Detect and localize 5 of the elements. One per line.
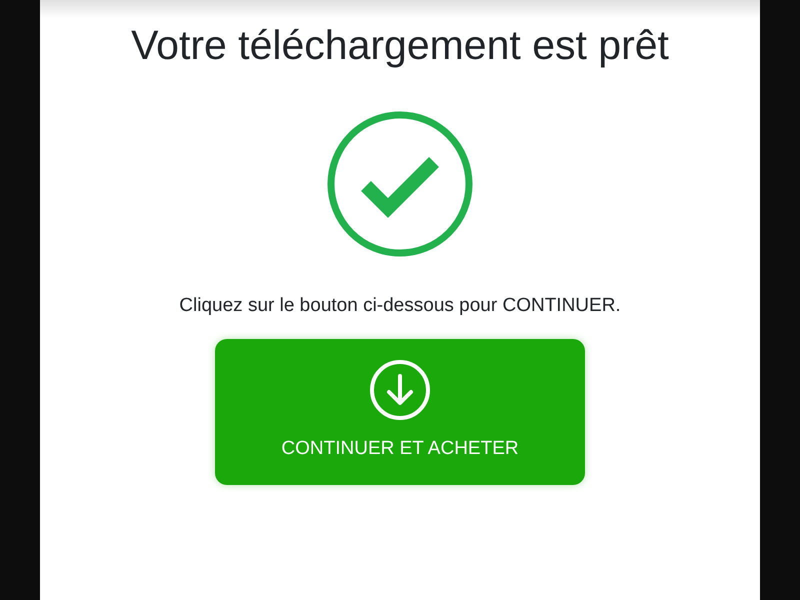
instruction-text: Cliquez sur le bouton ci-dessous pour CONTINUER. — [179, 294, 621, 318]
continue-button[interactable]: CONTINUER ET ACHETER — [215, 338, 585, 484]
download-icon — [369, 359, 431, 422]
check-circle-icon — [326, 110, 474, 258]
page-title: Votre téléchargement est prêt — [131, 21, 669, 70]
